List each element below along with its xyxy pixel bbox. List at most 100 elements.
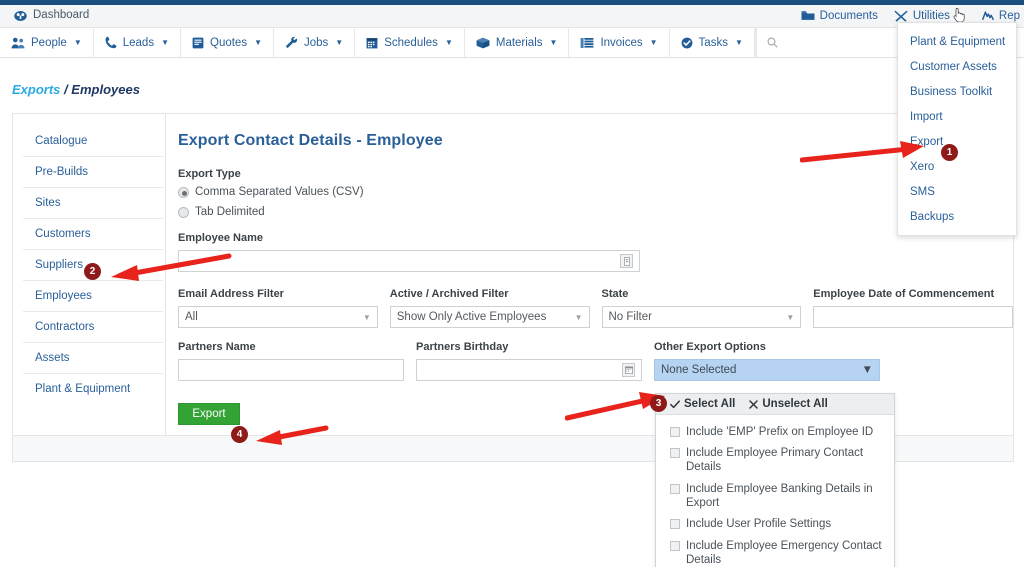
option-label: Include 'EMP' Prefix on Employee ID — [686, 425, 874, 438]
annotation-badge-3: 3 — [650, 395, 667, 412]
commencement-label: Employee Date of Commencement — [813, 288, 995, 300]
check-circle-icon — [681, 37, 693, 49]
checkbox[interactable] — [670, 447, 680, 458]
toolbar-item-schedules[interactable]: Schedules ▼ — [355, 28, 465, 57]
partners-birthday-input[interactable] — [416, 359, 642, 381]
chevron-down-icon: ▼ — [549, 38, 558, 47]
radio-tab[interactable]: Tab Delimited — [178, 206, 1013, 218]
unselect-all-button[interactable]: Unselect All — [749, 398, 828, 410]
active-filter-select[interactable]: Show Only Active Employees ▼ — [389, 306, 590, 328]
menu-item-sms[interactable]: SMS — [898, 179, 1016, 204]
radio-tab-label: Tab Delimited — [195, 206, 265, 218]
menu-item-plant-equipment[interactable]: Plant & Equipment — [898, 29, 1016, 54]
toolbar-item-materials[interactable]: Materials ▼ — [465, 28, 570, 57]
header-link-utilities-label: Utilities — [912, 9, 950, 22]
toolbar-item-quotes[interactable]: Quotes ▼ — [181, 28, 274, 57]
commencement-input[interactable] — [813, 306, 1013, 328]
sidebar-item-pre-builds[interactable]: Pre-Builds — [23, 157, 163, 188]
toolbar-item-invoices[interactable]: Invoices ▼ — [569, 28, 670, 57]
export-form: Export Contact Details - Employee Export… — [178, 132, 1013, 425]
sidebar-item-sites[interactable]: Sites — [23, 188, 163, 219]
dashboard-icon — [14, 10, 27, 21]
checkbox[interactable] — [670, 519, 680, 530]
header-link-documents[interactable]: Documents — [801, 10, 878, 22]
radio-csv-label: Comma Separated Values (CSV) — [195, 186, 364, 198]
search-input[interactable] — [784, 35, 902, 50]
option-emp-prefix[interactable]: Include 'EMP' Prefix on Employee ID — [656, 421, 894, 442]
radio-csv[interactable]: Comma Separated Values (CSV) — [178, 186, 1013, 198]
radio-tab-control[interactable] — [178, 206, 189, 218]
state-filter-select[interactable]: No Filter ▼ — [601, 306, 802, 328]
calendar-icon — [366, 37, 378, 49]
commencement-group: Employee Date of Commencement — [813, 288, 1013, 328]
breadcrumb-root[interactable]: Exports — [12, 82, 60, 97]
chevron-down-icon: ▼ — [335, 38, 344, 47]
option-primary-contact[interactable]: Include Employee Primary Contact Details — [656, 442, 894, 478]
employee-name-input[interactable] — [178, 250, 640, 272]
partners-name-label: Partners Name — [178, 341, 256, 353]
option-user-profile[interactable]: Include User Profile Settings — [656, 514, 894, 535]
calendar-picker-icon[interactable] — [622, 363, 635, 377]
toolbar-item-leads[interactable]: Leads ▼ — [94, 28, 181, 57]
multiselect-header: Select All Unselect All — [656, 394, 894, 415]
annotation-arrow-1 — [800, 141, 924, 163]
sidebar-item-assets[interactable]: Assets — [23, 343, 163, 374]
checkbox[interactable] — [670, 426, 680, 437]
sidebar-item-contractors[interactable]: Contractors — [23, 312, 163, 343]
state-filter-value: No Filter — [608, 311, 652, 323]
select-all-label: Select All — [684, 398, 736, 410]
chevron-down-icon: ▼ — [861, 364, 873, 376]
sidebar-item-plant-equipment[interactable]: Plant & Equipment — [23, 374, 163, 404]
toolbar-item-people-label: People — [31, 36, 67, 49]
menu-item-import[interactable]: Import — [898, 104, 1016, 129]
header-link-reports[interactable]: Rep — [981, 10, 1020, 22]
employee-name-picker-icon[interactable] — [620, 254, 633, 268]
menu-item-customer-assets[interactable]: Customer Assets — [898, 54, 1016, 79]
global-search[interactable] — [755, 28, 912, 57]
toolbar-item-quotes-label: Quotes — [210, 36, 248, 49]
breadcrumb: Exports / Employees — [12, 82, 140, 97]
breadcrumb-separator: / — [64, 82, 68, 97]
search-icon — [767, 37, 778, 48]
unselect-all-label: Unselect All — [762, 398, 828, 410]
export-type-label: Export Type — [178, 168, 241, 180]
radio-csv-control[interactable] — [178, 186, 189, 198]
chevron-down-icon: ▼ — [734, 38, 743, 47]
cross-icon — [749, 399, 759, 409]
state-filter-label: State — [601, 288, 629, 300]
filter-row-1: Email Address Filter All ▼ Active / Arch… — [178, 288, 1013, 328]
main-toolbar: People ▼ Leads ▼ Quotes ▼ Jobs ▼ Schedul… — [0, 28, 1024, 58]
multiselect-option-list: Include 'EMP' Prefix on Employee ID Incl… — [656, 415, 894, 567]
toolbar-item-people[interactable]: People ▼ — [0, 28, 94, 57]
partners-name-input[interactable] — [178, 359, 404, 381]
other-export-options-select[interactable]: None Selected ▼ — [654, 359, 880, 381]
dashboard-label: Dashboard — [33, 9, 90, 21]
sidebar-item-customers[interactable]: Customers — [23, 219, 163, 250]
header-link-utilities[interactable]: Utilities — [894, 8, 966, 23]
dashboard-link[interactable]: Dashboard — [14, 9, 89, 21]
select-all-button[interactable]: Select All — [670, 398, 735, 410]
checkbox[interactable] — [670, 540, 680, 551]
menu-item-business-toolkit[interactable]: Business Toolkit — [898, 79, 1016, 104]
option-label: Include User Profile Settings — [686, 518, 832, 531]
export-button[interactable]: Export — [178, 403, 240, 425]
sidebar-item-employees[interactable]: Employees — [23, 281, 163, 312]
toolbar-item-invoices-label: Invoices — [600, 36, 643, 49]
breadcrumb-current: Employees — [71, 82, 140, 97]
tools-icon — [894, 10, 908, 22]
header-bar: Dashboard Documents Utilities Rep — [0, 5, 1024, 28]
partners-birthday-group: Partners Birthday — [416, 341, 642, 381]
toolbar-item-jobs[interactable]: Jobs ▼ — [274, 28, 356, 57]
toolbar-item-tasks[interactable]: Tasks ▼ — [670, 28, 755, 57]
email-filter-label: Email Address Filter — [178, 288, 284, 300]
annotation-badge-2: 2 — [84, 263, 101, 280]
option-banking-details[interactable]: Include Employee Banking Details in Expo… — [656, 478, 894, 514]
menu-item-backups[interactable]: Backups — [898, 204, 1016, 229]
toolbar-item-jobs-label: Jobs — [304, 36, 329, 49]
option-emergency-contact[interactable]: Include Employee Emergency Contact Detai… — [656, 535, 894, 567]
email-filter-select[interactable]: All ▼ — [178, 306, 378, 328]
checkbox[interactable] — [670, 483, 680, 494]
chevron-down-icon: ▼ — [649, 38, 658, 47]
sidebar-item-catalogue[interactable]: Catalogue — [23, 126, 163, 157]
box-icon — [476, 37, 490, 49]
